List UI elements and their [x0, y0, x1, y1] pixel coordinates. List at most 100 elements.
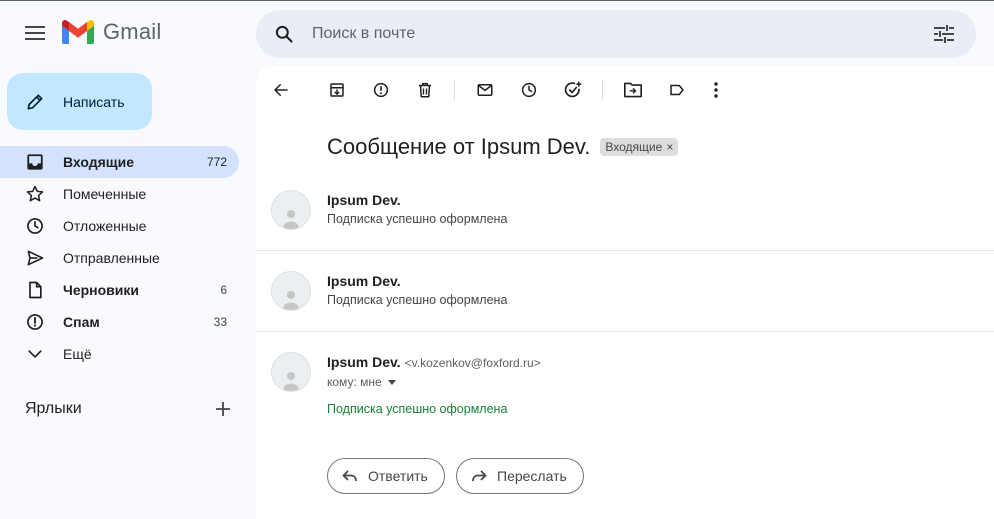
sidebar-item-label: Спам — [63, 314, 100, 330]
search-button[interactable] — [260, 10, 308, 58]
sidebar-item-label: Ещё — [63, 346, 92, 362]
create-label-button[interactable] — [211, 397, 235, 421]
unread-count: 772 — [206, 155, 227, 169]
archive-button[interactable] — [317, 70, 357, 110]
item-count: 33 — [213, 315, 227, 329]
collapsed-message[interactable]: Ipsum Dev. Подписка успешно оформлена — [256, 186, 994, 250]
pencil-icon — [27, 94, 43, 109]
subject-row: Сообщение от Ipsum Dev. Входящие × — [327, 134, 679, 160]
arrow-back-icon — [274, 84, 288, 96]
add-to-tasks-button[interactable] — [553, 70, 593, 110]
sender-name: Ipsum Dev. — [327, 192, 401, 208]
sidebar-item-snoozed[interactable]: Отложенные — [0, 210, 239, 242]
main-menu-button[interactable] — [17, 15, 53, 51]
report-icon — [373, 82, 389, 98]
archive-icon — [330, 83, 344, 97]
toolbar-divider — [602, 80, 603, 100]
recipients-text: кому: мне — [327, 375, 382, 389]
reply-label: Ответить — [368, 468, 428, 484]
sidebar-item-inbox[interactable]: Входящие 772 — [0, 146, 239, 178]
inbox-label-chip: Входящие × — [600, 138, 679, 156]
search-options-button[interactable] — [920, 10, 968, 58]
sidebar-item-sent[interactable]: Отправленные — [0, 242, 239, 274]
labels-title: Ярлыки — [25, 400, 82, 417]
person-icon — [283, 291, 299, 310]
compose-label: Написать — [63, 93, 125, 110]
message-body: Подписка успешно оформлена — [327, 402, 508, 416]
sender-email: <v.kozenkov@foxford.ru> — [404, 356, 541, 370]
mail-icon — [477, 84, 493, 96]
sidebar-item-label: Отложенные — [63, 218, 147, 234]
gmail-logo[interactable]: Gmail — [62, 19, 161, 45]
hamburger-menu-icon — [25, 26, 45, 40]
label-button[interactable] — [657, 70, 697, 110]
move-to-folder-icon — [623, 82, 642, 98]
more-options-button[interactable] — [696, 70, 736, 110]
sender-name: Ipsum Dev. — [327, 273, 401, 289]
sidebar-nav: Входящие 772 Помеченные Отложенные Отпра… — [0, 146, 256, 370]
chevron-down-icon — [25, 344, 45, 364]
chip-label: Входящие — [605, 140, 663, 154]
message-snippet: Подписка успешно оформлена — [327, 293, 508, 307]
message-snippet: Подписка успешно оформлена — [327, 212, 508, 226]
clock-icon — [25, 216, 45, 236]
forward-icon — [472, 470, 487, 482]
forward-button[interactable]: Переслать — [456, 458, 584, 494]
add-task-icon — [564, 81, 582, 98]
label-icon — [670, 84, 684, 96]
collapsed-message[interactable]: Ipsum Dev. Подписка успешно оформлена — [256, 267, 994, 331]
item-count: 6 — [220, 283, 227, 297]
sidebar-item-label: Входящие — [63, 154, 134, 170]
message-divider — [256, 250, 994, 251]
gmail-m-icon — [62, 20, 94, 44]
reply-button[interactable]: Ответить — [327, 458, 445, 494]
more-vert-icon — [714, 82, 718, 98]
snooze-button[interactable] — [509, 70, 549, 110]
sidebar-item-label: Отправленные — [63, 250, 160, 266]
sidebar-item-drafts[interactable]: Черновики 6 — [0, 274, 239, 306]
labels-header: Ярлыки — [25, 397, 235, 421]
plus-icon — [216, 402, 230, 416]
sidebar-item-more[interactable]: Ещё — [0, 338, 239, 370]
clock-icon — [521, 82, 537, 98]
forward-label: Переслать — [497, 468, 567, 484]
message-toolbar — [256, 66, 994, 114]
sidebar-item-spam[interactable]: Спам 33 — [0, 306, 239, 338]
mark-unread-button[interactable] — [465, 70, 505, 110]
reply-icon — [342, 470, 357, 482]
avatar — [271, 352, 311, 392]
star-icon — [25, 184, 45, 204]
search-bar — [256, 10, 976, 58]
draft-icon — [25, 280, 45, 300]
sender-line: Ipsum Dev. <v.kozenkov@foxford.ru> — [327, 354, 541, 370]
avatar — [271, 271, 311, 311]
toolbar-divider — [454, 80, 455, 100]
compose-button[interactable]: Написать — [7, 73, 152, 130]
sidebar-item-starred[interactable]: Помеченные — [0, 178, 239, 210]
remove-label-button[interactable]: × — [666, 140, 673, 154]
sidebar-item-label: Помеченные — [63, 186, 147, 202]
back-button[interactable] — [261, 70, 301, 110]
move-to-button[interactable] — [613, 70, 653, 110]
message-subject: Сообщение от Ipsum Dev. — [327, 134, 591, 159]
spam-icon — [25, 312, 45, 332]
message-view: Сообщение от Ipsum Dev. Входящие × Ipsum… — [256, 66, 994, 519]
send-icon — [25, 248, 45, 268]
trash-icon — [419, 82, 431, 98]
recipients-toggle[interactable]: кому: мне — [327, 375, 396, 389]
sender-name: Ipsum Dev. — [327, 354, 401, 370]
report-spam-button[interactable] — [361, 70, 401, 110]
top-bar: Gmail — [0, 1, 994, 65]
person-icon — [283, 210, 299, 229]
person-icon — [283, 372, 299, 391]
message-divider — [256, 331, 994, 332]
search-icon — [275, 25, 293, 43]
inbox-icon — [25, 152, 45, 172]
search-input[interactable] — [308, 25, 920, 43]
caret-down-icon — [387, 379, 396, 385]
delete-button[interactable] — [405, 70, 445, 110]
avatar — [271, 190, 311, 230]
sidebar-item-label: Черновики — [63, 282, 140, 298]
tune-icon — [934, 25, 954, 43]
app-name: Gmail — [103, 19, 162, 44]
